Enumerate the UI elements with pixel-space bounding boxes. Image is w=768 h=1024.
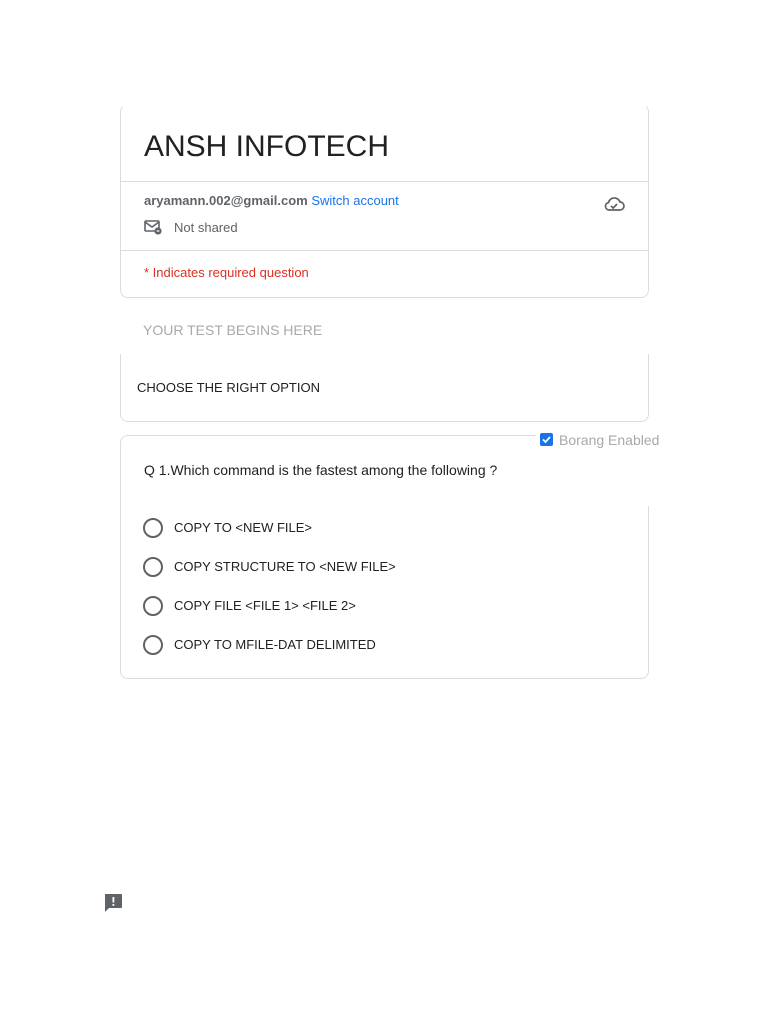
radio-option[interactable]: COPY TO <NEW FILE> — [143, 508, 396, 547]
borang-toggle: Borang Enabled — [536, 428, 676, 506]
header-divider — [121, 181, 648, 182]
question-title: Q 1.Which command is the fastest among t… — [144, 462, 498, 478]
radio-group: COPY TO <NEW FILE> COPY STRUCTURE TO <NE… — [143, 508, 396, 664]
option-label: COPY FILE <FILE 1> <FILE 2> — [174, 598, 356, 613]
radio-option[interactable]: COPY TO MFILE-DAT DELIMITED — [143, 625, 396, 664]
form-title: ANSH INFOTECH — [144, 130, 390, 163]
radio-option[interactable]: COPY STRUCTURE TO <NEW FILE> — [143, 547, 396, 586]
mail-lock-icon — [144, 220, 162, 235]
option-label: COPY STRUCTURE TO <NEW FILE> — [174, 559, 396, 574]
required-divider — [121, 250, 648, 251]
option-label: COPY TO <NEW FILE> — [174, 520, 312, 535]
account-email: aryamann.002@gmail.com — [144, 193, 308, 208]
account-row: aryamann.002@gmail.com Switch account — [144, 193, 399, 209]
radio-button[interactable] — [143, 634, 163, 655]
checkbox-check-icon — [542, 436, 551, 444]
section-description-card: CHOOSE THE RIGHT OPTION — [120, 354, 649, 422]
radio-button[interactable] — [143, 517, 163, 538]
form-header-card: ANSH INFOTECH aryamann.002@gmail.com Swi… — [120, 104, 649, 298]
report-feedback-icon[interactable] — [103, 893, 123, 913]
section-title: YOUR TEST BEGINS HERE — [143, 322, 323, 338]
borang-label: Borang Enabled — [559, 432, 660, 448]
radio-option[interactable]: COPY FILE <FILE 1> <FILE 2> — [143, 586, 396, 625]
required-note: * Indicates required question — [144, 265, 309, 280]
cloud-check-icon — [604, 197, 625, 211]
switch-account-link[interactable]: Switch account — [311, 193, 398, 208]
borang-checkbox[interactable] — [540, 433, 553, 446]
not-shared-label: Not shared — [174, 219, 238, 235]
option-label: COPY TO MFILE-DAT DELIMITED — [174, 637, 376, 652]
section-description: CHOOSE THE RIGHT OPTION — [137, 380, 320, 395]
radio-button[interactable] — [143, 595, 163, 616]
not-shared-row: Not shared — [144, 219, 238, 235]
radio-button[interactable] — [143, 556, 163, 577]
